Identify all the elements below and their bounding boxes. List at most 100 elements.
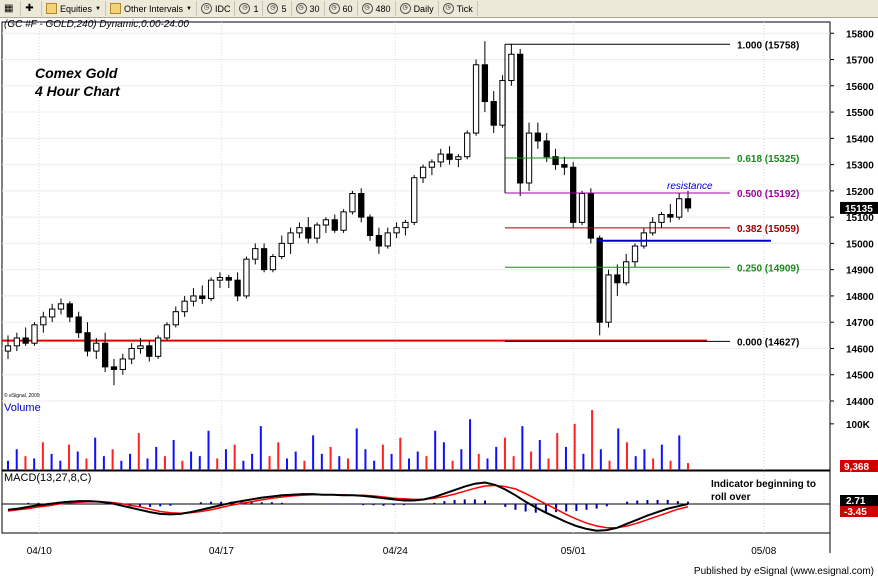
candle-body — [49, 308, 56, 318]
toolbar-item-480[interactable]: ◷ 480 — [358, 1, 396, 16]
candle-body — [561, 164, 568, 168]
toolbar-item-label: 1 — [253, 3, 259, 14]
toolbar-item-label: Daily — [413, 3, 434, 14]
candle-body — [207, 279, 215, 300]
clock-icon: ◷ — [442, 3, 454, 14]
candle-body — [181, 300, 188, 313]
x-tick-label: 04/17 — [209, 546, 234, 557]
clock-icon: ◷ — [200, 3, 212, 14]
toolbar-item-label: Other Intervals — [123, 3, 184, 14]
candle-body — [216, 277, 224, 281]
footer: Published by eSignal (www.esignal.com) — [0, 563, 878, 580]
toolbar-item-1[interactable]: ◷ 1 — [235, 1, 264, 16]
candle-body — [269, 256, 277, 271]
toolbar-item-label: 60 — [342, 3, 353, 14]
candle-body — [623, 261, 630, 284]
folder-icon — [109, 3, 121, 14]
candle-body — [128, 347, 135, 360]
macd-annotation-line-1: Indicator beginning to — [711, 479, 816, 490]
candle-body — [322, 219, 330, 226]
candle-body — [278, 242, 285, 258]
candle-body — [243, 258, 250, 297]
toolbar-item-grid-icon[interactable]: ▦ — [0, 1, 21, 16]
candle-body — [287, 232, 294, 244]
candle-body — [464, 132, 471, 158]
price-tick-label: 15500 — [846, 108, 874, 119]
price-tick-label: 14400 — [846, 397, 874, 408]
candle-body — [534, 132, 542, 142]
clock-icon: ◷ — [361, 3, 373, 14]
candle-body — [154, 337, 162, 357]
candle-body — [313, 224, 321, 239]
toolbar-item-30[interactable]: ◷ 30 — [292, 1, 325, 16]
candle-body — [384, 232, 391, 247]
candle-body — [366, 216, 374, 237]
fib-label: 0.382 (15059) — [737, 224, 799, 235]
volume-current-label: 9,368 — [844, 462, 869, 473]
candle-body — [499, 80, 506, 126]
grid-icon: ▦ — [4, 3, 14, 14]
price-tick-label: 14500 — [846, 371, 874, 382]
toolbar-item-plus-icon[interactable]: ✚ — [21, 1, 42, 16]
candle-body — [190, 295, 197, 302]
candle-body — [428, 161, 436, 168]
chart-svg: 1440014500146001470014800149001500015100… — [0, 18, 878, 563]
price-tick-label: 15600 — [846, 82, 874, 93]
toolbar-item-other-intervals[interactable]: Other Intervals ▼ — [106, 1, 197, 16]
candle-body — [446, 153, 453, 160]
candle-body — [631, 245, 639, 263]
candle-body — [296, 227, 303, 234]
candle-body — [137, 345, 144, 349]
candle-body — [490, 101, 497, 126]
candle-body — [411, 177, 418, 223]
candle-body — [402, 221, 409, 229]
volume-title: Volume — [4, 402, 41, 414]
toolbar-item-label: Equities — [60, 3, 93, 14]
candle-body — [578, 192, 586, 223]
toolbar-item-tick[interactable]: ◷ Tick — [439, 1, 478, 16]
price-tick-label: 14700 — [846, 318, 874, 329]
candle-body — [260, 248, 268, 271]
toolbar-item-5[interactable]: ◷ 5 — [263, 1, 292, 16]
candle-body — [305, 227, 312, 239]
candle-body — [375, 235, 383, 247]
candle-body — [393, 227, 400, 234]
candle-body — [570, 166, 577, 223]
candle-body — [605, 274, 612, 323]
toolbar-item-60[interactable]: ◷ 60 — [325, 1, 358, 16]
macd-current-label: 2.71 — [846, 496, 866, 507]
toolbar-item-daily[interactable]: ◷ Daily — [396, 1, 439, 16]
candle-body — [172, 311, 179, 326]
candle-body — [40, 316, 47, 326]
toolbar-item-equities[interactable]: Equities ▼ — [42, 1, 106, 16]
candle-body — [331, 219, 338, 231]
candle-body — [508, 53, 515, 82]
fib-label: 1.000 (15758) — [737, 40, 799, 51]
price-tick-label: 15700 — [846, 56, 874, 67]
price-tick-label: 14600 — [846, 344, 874, 355]
toolbar-item-label: 5 — [281, 3, 287, 14]
candle-body — [22, 337, 29, 344]
x-tick-label: 04/24 — [383, 546, 408, 557]
toolbar-item-idc[interactable]: ◷ IDC — [197, 1, 236, 16]
clock-icon: ◷ — [267, 3, 279, 14]
candle-body — [667, 214, 674, 218]
candle-body — [4, 345, 12, 352]
price-tick-label: 15800 — [846, 29, 874, 40]
chart-area: 14400 14500 14600 14700 14800 14900 15000 15100… — [0, 18, 878, 563]
clock-icon: ◷ — [328, 3, 340, 14]
price-tick-label: 15300 — [846, 161, 874, 172]
plus-icon: ✚ — [25, 3, 34, 14]
clock-icon: ◷ — [239, 3, 251, 14]
candle-body — [543, 140, 550, 158]
footer-text: Published by eSignal (www.esignal.com) — [693, 566, 874, 577]
toolbar-item-label: IDC — [214, 3, 231, 14]
toolbar-item-label: 480 — [375, 3, 391, 14]
chevron-down-icon: ▼ — [95, 5, 101, 12]
copyright: © eSignal, 2009 — [4, 392, 40, 399]
candle-body — [66, 303, 73, 318]
candle-body — [163, 324, 171, 339]
candle-body — [676, 198, 683, 218]
candle-body — [13, 337, 20, 347]
candle-body — [225, 277, 232, 281]
